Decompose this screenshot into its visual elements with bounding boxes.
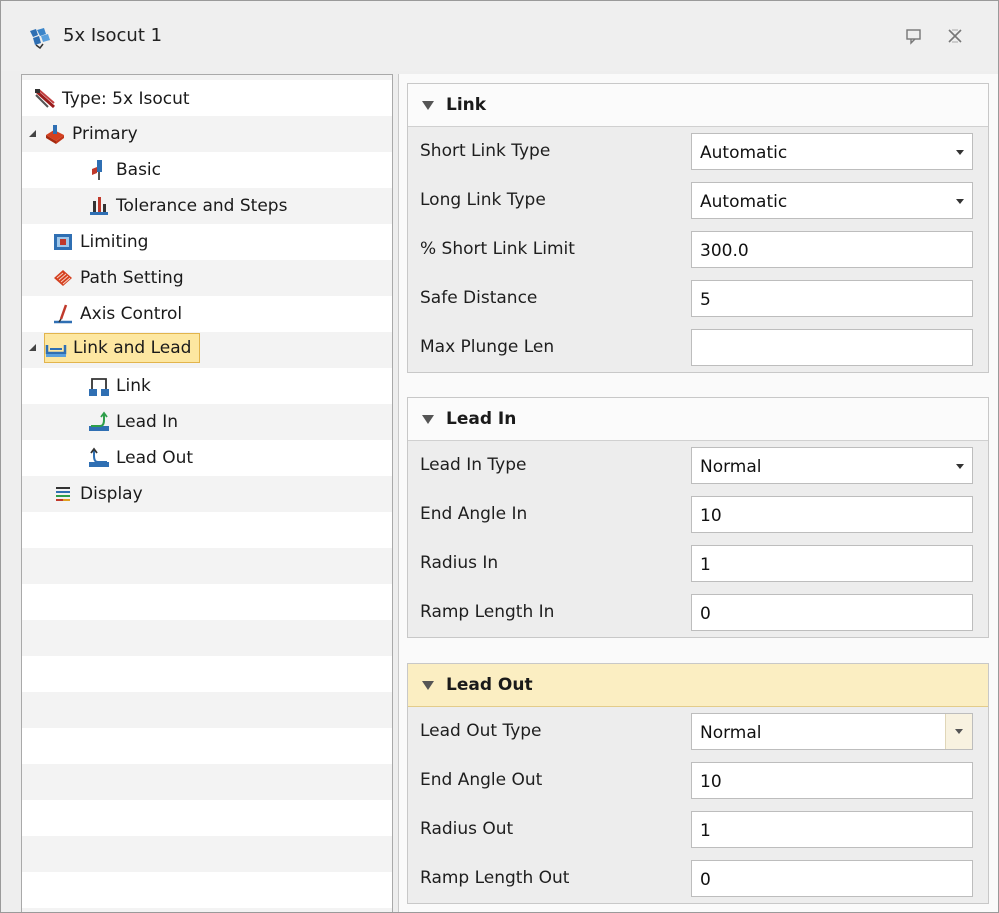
lead-out-type-row: Lead Out Type Normal <box>408 707 988 756</box>
property-panel: Link Short Link Type Automatic Long Link… <box>398 74 998 912</box>
tolerance-icon <box>90 197 108 215</box>
lead-out-section-header[interactable]: Lead Out <box>408 664 988 707</box>
type-icon <box>35 89 55 109</box>
max-plunge-len-row: Max Plunge Len <box>408 323 988 372</box>
tree-item-display[interactable]: Display <box>52 479 145 509</box>
tree-item-lead-in[interactable]: Lead In <box>88 407 180 437</box>
link-icon <box>89 378 109 396</box>
path-setting-icon <box>54 270 72 286</box>
short-link-type-select[interactable]: Automatic <box>691 133 973 170</box>
dropdown-arrow-icon[interactable] <box>956 150 964 155</box>
radius-out-input[interactable]: 1 <box>691 811 973 848</box>
pin-icon[interactable] <box>905 27 923 45</box>
tree-item-path-setting[interactable]: Path Setting <box>52 263 186 293</box>
end-angle-out-input[interactable]: 10 <box>691 762 973 799</box>
end-angle-out-row: End Angle Out 10 <box>408 756 988 805</box>
tree-item-primary[interactable]: Primary <box>28 119 140 149</box>
end-angle-in-input[interactable]: 10 <box>691 496 973 533</box>
tree-item-basic[interactable]: Basic <box>88 155 163 185</box>
long-link-type-row: Long Link Type Automatic <box>408 176 988 225</box>
selected-highlight: Link and Lead <box>44 333 201 363</box>
max-plunge-len-input[interactable] <box>691 329 973 366</box>
radius-out-row: Radius Out 1 <box>408 805 988 854</box>
limiting-icon <box>54 234 72 250</box>
collapse-triangle-icon[interactable] <box>422 414 434 424</box>
radius-in-row: Radius In 1 <box>408 539 988 588</box>
axis-control-icon <box>54 304 72 324</box>
expanded-arrow-icon[interactable] <box>28 129 38 139</box>
ramp-length-in-input[interactable]: 0 <box>691 594 973 631</box>
primary-icon <box>46 125 64 144</box>
dropdown-arrow-icon[interactable] <box>956 464 964 469</box>
collapse-triangle-icon[interactable] <box>422 680 434 690</box>
tree-item-link[interactable]: Link <box>88 371 153 401</box>
lead-out-type-select[interactable]: Normal <box>691 713 973 750</box>
dialog-window: 5x Isocut 1 Type: 5x Isocut Primary Basi… <box>0 0 999 913</box>
toolpath-icon <box>30 28 50 49</box>
tree-item-link-and-lead[interactable]: Link and Lead <box>28 333 201 363</box>
tree-item-axis-control[interactable]: Axis Control <box>52 299 184 329</box>
long-link-type-select[interactable]: Automatic <box>691 182 973 219</box>
safe-distance-row: Safe Distance 5 <box>408 274 988 323</box>
radius-in-input[interactable]: 1 <box>691 545 973 582</box>
link-lead-icon <box>45 345 67 357</box>
close-icon[interactable] <box>946 27 964 45</box>
ramp-length-out-input[interactable]: 0 <box>691 860 973 897</box>
lead-out-section: Lead Out Lead Out Type Normal End Angle … <box>407 663 989 904</box>
lead-in-section: Lead In Lead In Type Normal End Angle In… <box>407 397 989 638</box>
lead-in-icon <box>89 411 109 431</box>
short-link-limit-input[interactable]: 300.0 <box>691 231 973 268</box>
lead-in-type-select[interactable]: Normal <box>691 447 973 484</box>
tree-item-type[interactable]: Type: 5x Isocut <box>34 84 192 114</box>
ramp-length-out-row: Ramp Length Out 0 <box>408 854 988 903</box>
navigation-tree: Type: 5x Isocut Primary Basic Tolerance … <box>21 74 393 912</box>
dropdown-arrow-icon[interactable] <box>956 199 964 204</box>
basic-icon <box>92 160 102 180</box>
tree-item-lead-out[interactable]: Lead Out <box>88 443 195 473</box>
tree-item-limiting[interactable]: Limiting <box>52 227 150 257</box>
ramp-length-in-row: Ramp Length In 0 <box>408 588 988 637</box>
dropdown-arrow-icon[interactable] <box>955 729 963 734</box>
short-link-type-row: Short Link Type Automatic <box>408 127 988 176</box>
lead-in-type-row: Lead In Type Normal <box>408 441 988 490</box>
safe-distance-input[interactable]: 5 <box>691 280 973 317</box>
short-link-limit-row: % Short Link Limit 300.0 <box>408 225 988 274</box>
expanded-arrow-icon[interactable] <box>28 343 38 353</box>
lead-in-section-header[interactable]: Lead In <box>408 398 988 441</box>
collapse-triangle-icon[interactable] <box>422 100 434 110</box>
window-title: 5x Isocut 1 <box>63 25 163 46</box>
display-icon <box>56 487 70 501</box>
link-section: Link Short Link Type Automatic Long Link… <box>407 83 989 373</box>
tree-item-tolerance[interactable]: Tolerance and Steps <box>88 191 289 221</box>
dropdown-button[interactable] <box>945 714 972 749</box>
end-angle-in-row: End Angle In 10 <box>408 490 988 539</box>
lead-out-icon <box>89 447 109 467</box>
title-bar: 5x Isocut 1 <box>1 1 998 71</box>
link-section-header[interactable]: Link <box>408 84 988 127</box>
